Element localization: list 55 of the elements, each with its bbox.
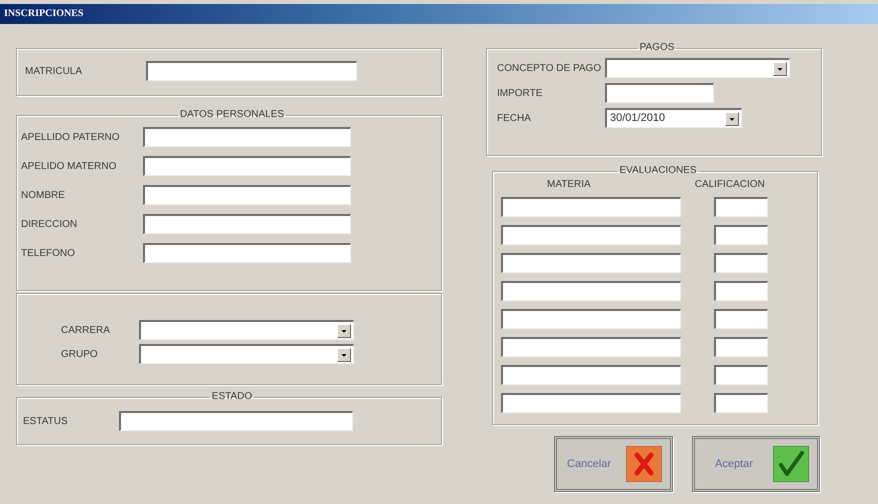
caret-icon[interactable] <box>773 62 787 76</box>
input-field[interactable] <box>501 197 681 217</box>
input-field[interactable] <box>501 281 681 301</box>
group-title: PAGOS <box>638 42 676 54</box>
field-label: CONCEPTO DE PAGO <box>497 62 602 76</box>
cross-icon <box>626 446 662 482</box>
input-field[interactable] <box>714 225 768 245</box>
dropdown-field[interactable] <box>605 58 790 78</box>
dropdown-field[interactable] <box>139 344 354 364</box>
caret-icon[interactable] <box>337 324 351 338</box>
field-label: GRUPO <box>61 348 99 362</box>
field-label: FECHA <box>497 112 532 126</box>
input-field[interactable] <box>501 225 681 245</box>
field-label: ESTATUS <box>23 414 69 428</box>
input-field[interactable] <box>501 393 681 413</box>
input-field[interactable] <box>714 309 768 329</box>
input-field[interactable] <box>714 281 768 301</box>
input-field[interactable] <box>714 393 768 413</box>
field-label: APELIDO MATERNO <box>21 160 118 174</box>
field-label: NOMBRE <box>21 188 66 202</box>
input-field[interactable] <box>714 365 768 385</box>
input-field[interactable] <box>501 253 681 273</box>
column-header: CALIFICACION <box>694 178 765 192</box>
caret-icon[interactable] <box>725 112 739 126</box>
group-title: EVALUACIONES <box>618 165 698 177</box>
cancel-button[interactable]: Cancelar <box>554 436 673 492</box>
checkmark-icon <box>773 446 809 482</box>
group-title: DATOS PERSONALES <box>178 109 286 121</box>
group-title: ESTADO <box>210 391 254 403</box>
input-field[interactable] <box>714 197 768 217</box>
column-header: MATERIA <box>547 178 591 192</box>
input-field[interactable] <box>501 337 681 357</box>
field-label: TELEFONO <box>21 246 76 260</box>
input-field[interactable] <box>605 83 714 103</box>
input-field[interactable] <box>119 411 353 431</box>
input-field[interactable] <box>714 253 768 273</box>
dropdown-field[interactable] <box>139 320 354 340</box>
field-label: CARRERA <box>61 324 111 338</box>
window-title: INSCRIPCIONES <box>0 4 878 24</box>
input-field[interactable] <box>714 337 768 357</box>
input-field[interactable] <box>143 127 351 147</box>
input-field[interactable] <box>143 156 351 176</box>
accept-button[interactable]: Aceptar <box>692 436 820 492</box>
caret-icon[interactable] <box>337 348 351 362</box>
input-field[interactable] <box>501 309 681 329</box>
input-field[interactable] <box>143 185 351 205</box>
input-field[interactable] <box>501 365 681 385</box>
field-label: APELLIDO PATERNO <box>21 130 121 144</box>
field-label: MATRICULA <box>25 64 84 78</box>
field-label: DIRECCION <box>21 218 78 232</box>
input-field[interactable] <box>143 243 351 263</box>
input-field[interactable] <box>146 61 357 81</box>
field-label: IMPORTE <box>497 86 544 100</box>
date-field[interactable]: 30/01/2010 <box>605 108 742 128</box>
input-field[interactable] <box>143 214 351 234</box>
